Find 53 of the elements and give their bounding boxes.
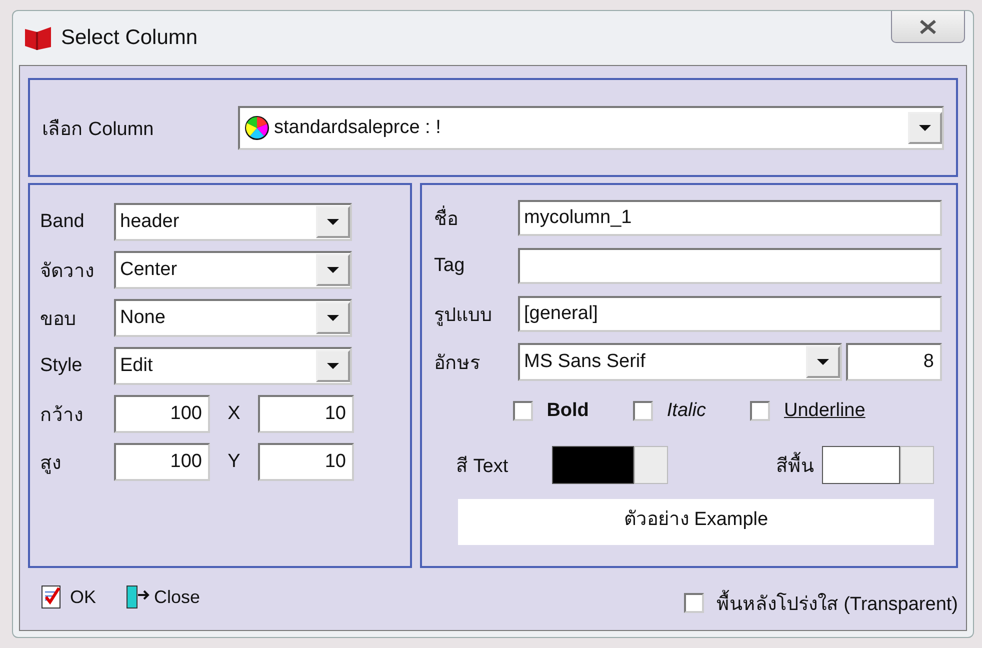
number-field[interactable]: 100: [114, 395, 210, 433]
field-label: จัดวาง: [40, 260, 95, 284]
window-title: Select Column: [61, 26, 198, 50]
checkbox[interactable]: [750, 401, 770, 421]
field-label: สี Text: [456, 454, 510, 479]
field-label: Band: [40, 211, 86, 233]
dropdown[interactable]: None: [114, 299, 352, 337]
caret-icon: [326, 362, 340, 370]
dropdown[interactable]: Edit: [114, 347, 352, 385]
number-field[interactable]: 100: [114, 443, 210, 481]
door-icon: [124, 584, 150, 610]
dropdown[interactable]: Center: [114, 251, 352, 289]
color-picker-button[interactable]: [900, 446, 934, 484]
preview-text: ตัวอย่าง Example: [458, 499, 934, 545]
field-label: Style: [40, 355, 84, 377]
column-dropdown[interactable]: standardsaleprce : !: [238, 106, 944, 150]
field-label: Y: [226, 451, 242, 473]
caret-icon: [918, 124, 932, 132]
close-button[interactable]: [891, 11, 965, 43]
checkbox[interactable]: [684, 593, 704, 613]
field-label: สูง: [40, 452, 62, 476]
caret-icon: [326, 314, 340, 322]
color-picker-button[interactable]: [634, 446, 668, 484]
input-field[interactable]: mycolumn_1: [518, 200, 942, 236]
caret-icon: [816, 358, 830, 366]
checkbox[interactable]: [512, 401, 533, 421]
ok-button[interactable]: OK: [36, 580, 100, 614]
font-dropdown[interactable]: MS Sans Serif: [518, 343, 842, 381]
color-wheel-icon: [244, 114, 270, 140]
field-label: เลือก Column: [42, 118, 155, 142]
field-label: สีพื้น: [776, 450, 814, 480]
dropdown[interactable]: header: [114, 203, 352, 241]
checkbox-label: Italic: [666, 400, 706, 422]
input-field[interactable]: [general]: [518, 296, 942, 332]
field-label: X: [226, 403, 242, 425]
checkbox[interactable]: [632, 401, 653, 421]
caret-icon: [326, 266, 340, 274]
number-field[interactable]: 8: [846, 343, 942, 381]
field-label: กว้าง: [40, 404, 84, 428]
close-icon: [919, 18, 937, 34]
close-button[interactable]: Close: [120, 580, 204, 614]
field-label: อักษร: [434, 352, 481, 376]
checkbox-label: Bold: [546, 400, 589, 422]
number-field[interactable]: 10: [258, 443, 354, 481]
field-label: รูปแบบ: [434, 304, 493, 328]
caret-icon: [326, 218, 340, 226]
checkbox-label: Underline: [784, 400, 866, 422]
checkbox-label: พื้นหลังโปร่งใส (Transparent): [716, 588, 958, 618]
input-field[interactable]: [518, 248, 942, 284]
field-label: ขอบ: [40, 308, 77, 332]
field-label: Tag: [434, 255, 466, 277]
number-field[interactable]: 10: [258, 395, 354, 433]
field-label: ชื่อ: [434, 203, 518, 233]
